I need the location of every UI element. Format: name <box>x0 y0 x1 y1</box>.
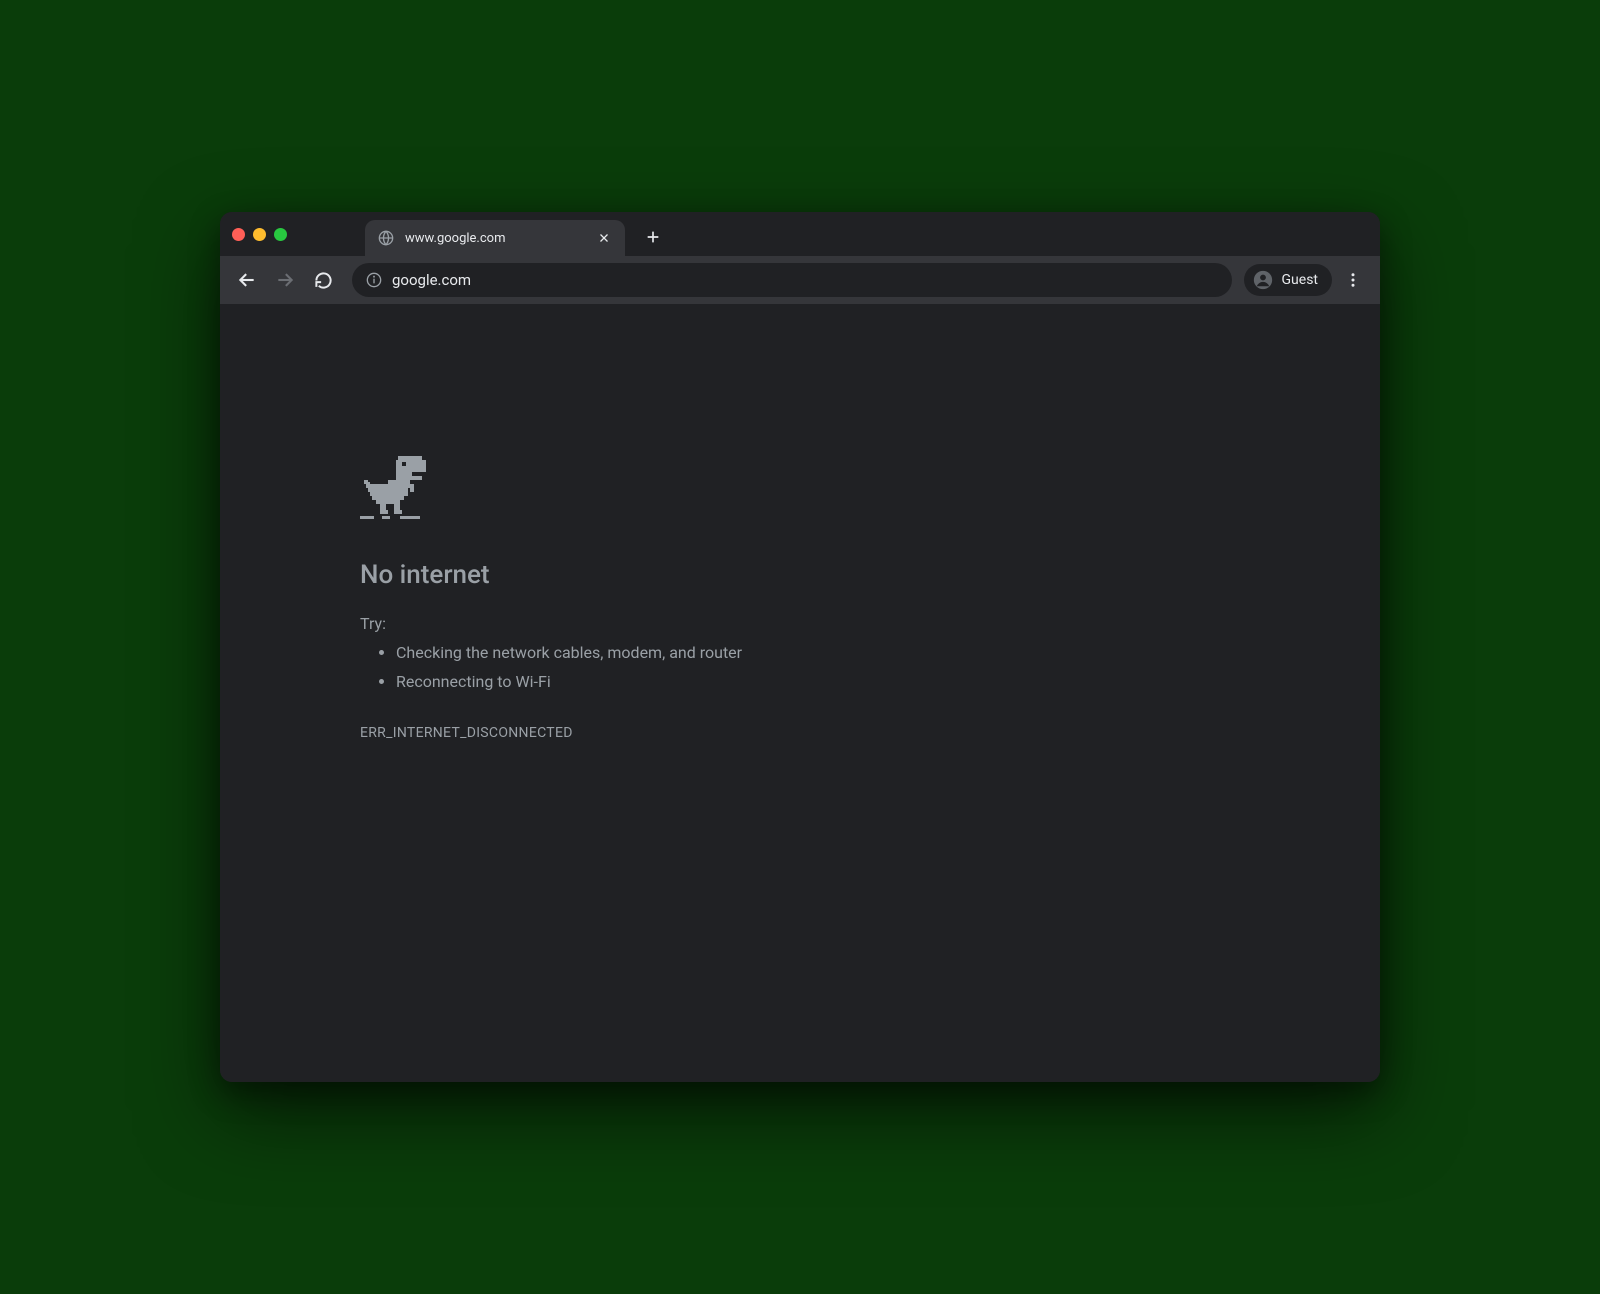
site-info-icon[interactable] <box>366 272 382 288</box>
titlebar: www.google.com <box>220 212 1380 256</box>
window-close-button[interactable] <box>232 228 245 241</box>
browser-tab[interactable]: www.google.com <box>365 220 625 256</box>
toolbar: google.com Guest <box>220 256 1380 304</box>
new-tab-button[interactable] <box>639 223 667 251</box>
window-maximize-button[interactable] <box>274 228 287 241</box>
profile-button[interactable]: Guest <box>1244 264 1332 296</box>
tab-title: www.google.com <box>405 231 585 246</box>
forward-button[interactable] <box>268 263 302 297</box>
error-code: ERR_INTERNET_DISCONNECTED <box>360 725 1340 741</box>
address-bar[interactable]: google.com <box>352 263 1232 297</box>
profile-label: Guest <box>1282 272 1318 288</box>
address-bar-url: google.com <box>392 271 471 289</box>
browser-window: www.google.com <box>220 212 1380 1082</box>
close-tab-button[interactable] <box>595 229 613 247</box>
window-minimize-button[interactable] <box>253 228 266 241</box>
avatar-icon <box>1252 269 1274 291</box>
back-button[interactable] <box>230 263 264 297</box>
globe-icon <box>377 229 395 247</box>
error-title: No internet <box>360 560 1340 590</box>
suggestion-list: Checking the network cables, modem, and … <box>360 639 1340 697</box>
try-label: Try: <box>360 614 1340 633</box>
page-content: No internet Try: Checking the network ca… <box>220 304 1380 1082</box>
traffic-lights <box>232 228 287 241</box>
reload-button[interactable] <box>306 263 340 297</box>
suggestion-item: Reconnecting to Wi-Fi <box>396 668 1340 697</box>
suggestion-item: Checking the network cables, modem, and … <box>396 639 1340 668</box>
dino-icon[interactable] <box>360 454 1340 530</box>
kebab-menu-button[interactable] <box>1336 263 1370 297</box>
